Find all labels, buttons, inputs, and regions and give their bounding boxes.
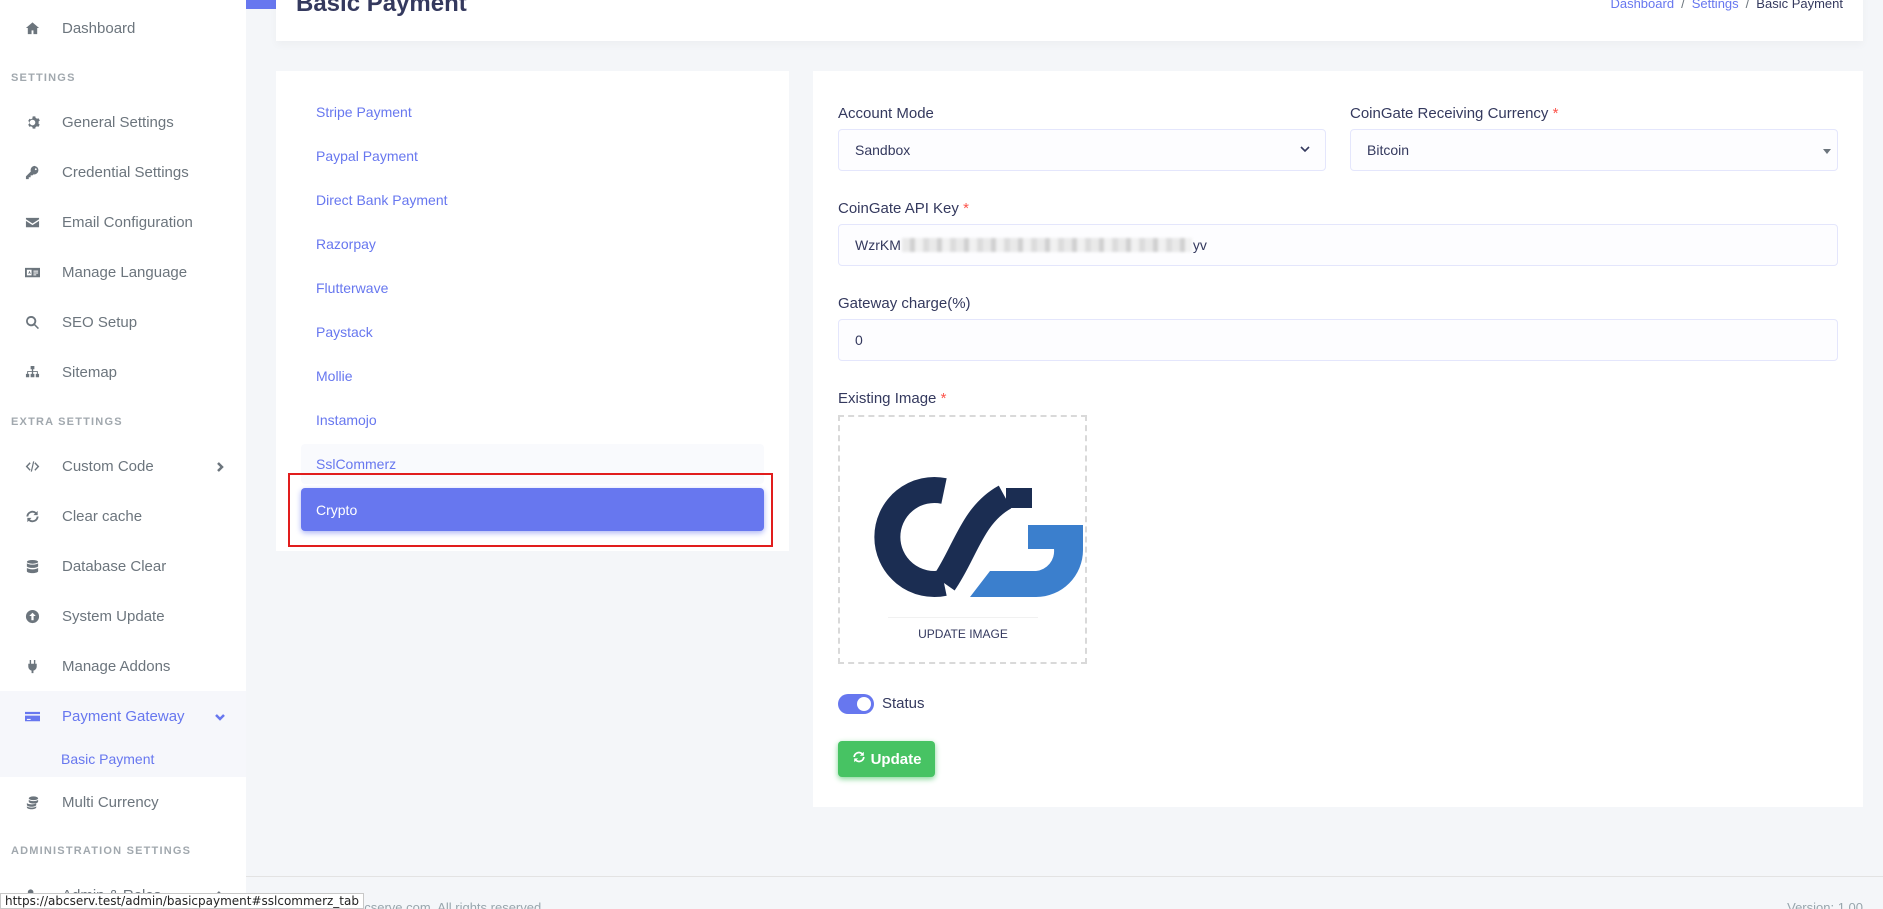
plug-icon bbox=[22, 656, 42, 676]
chevron-down-icon bbox=[1299, 142, 1311, 158]
sidebar-item-dashboard[interactable]: Dashboard bbox=[0, 3, 246, 53]
sidebar-item-label: Manage Language bbox=[62, 263, 188, 281]
menu-header-settings: SETTINGS bbox=[11, 72, 76, 84]
breadcrumb-settings[interactable]: Settings bbox=[1692, 0, 1739, 11]
account-mode-label: Account Mode bbox=[838, 105, 934, 122]
main-content: Basic Payment Dashboard / Settings / Basic P… bbox=[246, 0, 1883, 909]
footer: 2025 aabcserve.com. All rights reserved.… bbox=[246, 876, 1883, 909]
sidebar-item-clear-cache[interactable]: Clear cache bbox=[0, 491, 246, 541]
sidebar-item-sitemap[interactable]: Sitemap bbox=[0, 347, 246, 397]
sidebar-item-label: Database Clear bbox=[62, 557, 167, 575]
gear-icon bbox=[22, 112, 42, 132]
sidebar-item-label: SEO Setup bbox=[62, 313, 138, 331]
sidebar-item-manage-addons[interactable]: Manage Addons bbox=[0, 641, 246, 691]
gateway-charge-label: Gateway charge(%) bbox=[838, 295, 971, 312]
crypto-settings-form: Account Mode Sandbox CoinGate Receiving … bbox=[813, 71, 1863, 807]
coins-icon bbox=[22, 792, 42, 812]
key-icon bbox=[22, 162, 42, 182]
sidebar-subitem-basic-payment[interactable]: Basic Payment bbox=[0, 741, 246, 777]
sidebar-item-seo-setup[interactable]: SEO Setup bbox=[0, 297, 246, 347]
sidebar: Dashboard SETTINGS General Settings Cred… bbox=[0, 0, 246, 909]
toggle-knob bbox=[857, 697, 871, 711]
sidebar-item-credential-settings[interactable]: Credential Settings bbox=[0, 147, 246, 197]
home-icon bbox=[22, 18, 42, 38]
language-icon bbox=[22, 262, 42, 282]
sidebar-item-label: System Update bbox=[62, 607, 165, 625]
breadcrumb-current: Basic Payment bbox=[1756, 0, 1843, 11]
envelope-icon bbox=[22, 212, 42, 232]
sidebar-item-multi-currency[interactable]: Multi Currency bbox=[0, 777, 246, 827]
menu-header-extra-settings: EXTRA SETTINGS bbox=[11, 416, 123, 428]
browser-status-url: https://abcserv.test/admin/basicpayment#… bbox=[0, 893, 364, 909]
sidebar-item-custom-code[interactable]: Custom Code bbox=[0, 441, 246, 491]
coingate-logo bbox=[874, 477, 1083, 597]
sidebar-item-label: Custom Code bbox=[62, 457, 154, 475]
breadcrumb-dashboard[interactable]: Dashboard bbox=[1610, 0, 1674, 11]
account-mode-select[interactable]: Sandbox bbox=[838, 129, 1326, 171]
status-label: Status bbox=[882, 695, 925, 712]
sidebar-item-system-update[interactable]: System Update bbox=[0, 591, 246, 641]
code-icon bbox=[22, 456, 42, 476]
chevron-right-icon bbox=[214, 460, 226, 472]
search-icon bbox=[22, 312, 42, 332]
refresh-icon bbox=[22, 506, 42, 526]
tab-stripe-payment[interactable]: Stripe Payment bbox=[301, 92, 764, 132]
breadcrumb: Dashboard / Settings / Basic Payment bbox=[1610, 0, 1843, 11]
tab-flutterwave[interactable]: Flutterwave bbox=[301, 268, 764, 308]
sidebar-item-email-configuration[interactable]: Email Configuration bbox=[0, 197, 246, 247]
sidebar-item-label: Email Configuration bbox=[62, 213, 193, 231]
sync-icon bbox=[852, 750, 866, 768]
section-header: Basic Payment Dashboard / Settings / Basic P… bbox=[276, 0, 1863, 41]
existing-image-label: Existing Image * bbox=[838, 390, 947, 407]
api-key-input[interactable]: WzrKM yv bbox=[838, 224, 1838, 266]
tab-paystack[interactable]: Paystack bbox=[301, 312, 764, 352]
page-title: Basic Payment bbox=[296, 0, 467, 17]
gateway-charge-input[interactable]: 0 bbox=[838, 319, 1838, 361]
chevron-down-icon bbox=[214, 710, 226, 722]
sitemap-icon bbox=[22, 362, 42, 382]
tab-mollie[interactable]: Mollie bbox=[301, 356, 764, 396]
image-upload-preview[interactable]: UPDATE IMAGE bbox=[838, 415, 1087, 664]
tab-paypal-payment[interactable]: Paypal Payment bbox=[301, 136, 764, 176]
currency-label: CoinGate Receiving Currency * bbox=[1350, 105, 1559, 122]
footer-version: Version: 1.00 bbox=[1787, 900, 1863, 909]
status-toggle[interactable] bbox=[838, 694, 874, 714]
redacted-key bbox=[901, 238, 1192, 252]
sidebar-item-label: Clear cache bbox=[62, 507, 143, 525]
upload-icon bbox=[22, 606, 42, 626]
sidebar-item-label: Multi Currency bbox=[62, 793, 159, 811]
sidebar-item-payment-gateway[interactable]: Payment Gateway bbox=[0, 691, 246, 741]
sidebar-item-label: Credential Settings bbox=[62, 163, 189, 181]
sidebar-item-general-settings[interactable]: General Settings bbox=[0, 97, 246, 147]
sidebar-item-label: Manage Addons bbox=[62, 657, 171, 675]
receiving-currency-select[interactable]: Bitcoin bbox=[1350, 129, 1838, 171]
sidebar-item-label: Sitemap bbox=[62, 363, 118, 381]
breadcrumb-separator: / bbox=[1681, 0, 1685, 11]
sidebar-item-database-clear[interactable]: Database Clear bbox=[0, 541, 246, 591]
credit-card-icon bbox=[22, 706, 42, 726]
update-image-button[interactable]: UPDATE IMAGE bbox=[888, 617, 1038, 649]
sidebar-item-manage-language[interactable]: Manage Language bbox=[0, 247, 246, 297]
tab-instamojo[interactable]: Instamojo bbox=[301, 400, 764, 440]
sidebar-item-label: Payment Gateway bbox=[62, 707, 185, 725]
api-key-label: CoinGate API Key * bbox=[838, 200, 969, 217]
sidebar-item-label: Dashboard bbox=[62, 19, 136, 37]
sidebar-item-label: General Settings bbox=[62, 113, 174, 131]
header-accent bbox=[246, 0, 276, 9]
highlight-annotation bbox=[288, 473, 773, 547]
breadcrumb-separator: / bbox=[1745, 0, 1750, 11]
tab-direct-bank-payment[interactable]: Direct Bank Payment bbox=[301, 180, 764, 220]
menu-header-administration-settings: ADMINISTRATION SETTINGS bbox=[11, 845, 192, 857]
database-icon bbox=[22, 556, 42, 576]
tab-razorpay[interactable]: Razorpay bbox=[301, 224, 764, 264]
update-button[interactable]: Update bbox=[838, 741, 935, 777]
caret-down-icon bbox=[1823, 142, 1831, 158]
